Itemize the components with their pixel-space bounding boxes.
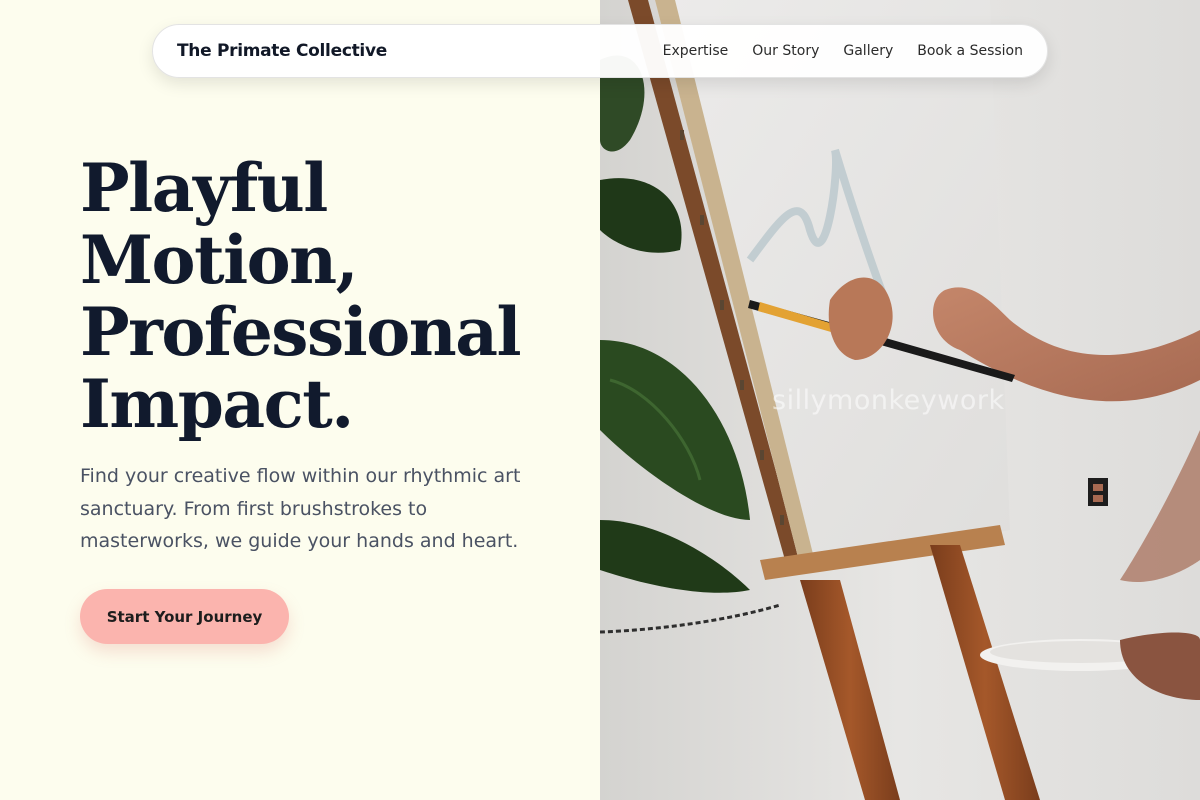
hero-title-line-3: Professional (80, 293, 522, 371)
hero-title-line-1: Playful (80, 149, 328, 227)
nav-link-book-session[interactable]: Book a Session (917, 43, 1023, 59)
nav-link-expertise[interactable]: Expertise (663, 43, 729, 59)
hero-title-line-2: Motion, (80, 221, 359, 299)
hero-title: Playful Motion, Professional Impact. (80, 152, 580, 440)
image-watermark: sillymonkeywork (772, 385, 1005, 416)
nav-link-our-story[interactable]: Our Story (752, 43, 819, 59)
nav-link-gallery[interactable]: Gallery (843, 43, 893, 59)
hero-title-line-4: Impact. (80, 365, 354, 443)
hero-subtitle: Find your creative flow within our rhyth… (80, 465, 521, 552)
landing-page: Playful Motion, Professional Impact. Fin… (0, 0, 1200, 800)
top-navbar: The Primate Collective Expertise Our Sto… (152, 24, 1048, 78)
start-journey-button[interactable]: Start Your Journey (80, 589, 289, 644)
hero-section: Playful Motion, Professional Impact. Fin… (0, 0, 600, 800)
nav-links: Expertise Our Story Gallery Book a Sessi… (663, 43, 1023, 59)
brand-logo[interactable]: The Primate Collective (177, 41, 387, 61)
